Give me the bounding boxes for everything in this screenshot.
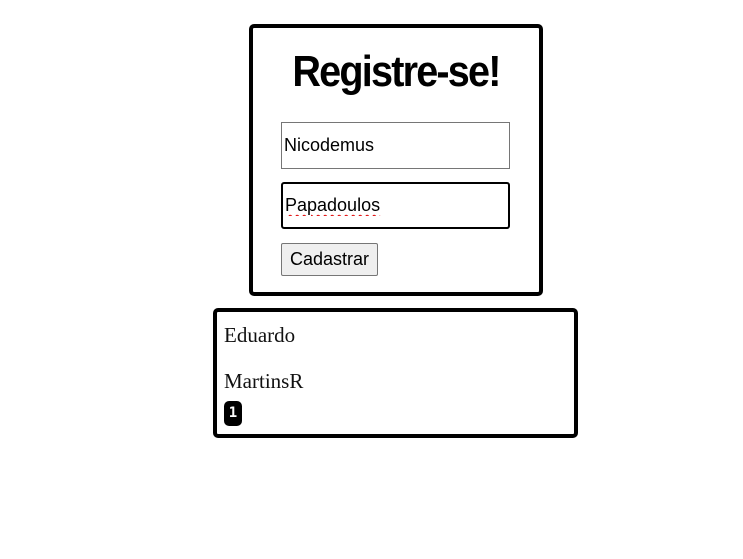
registered-entry-card: Eduardo MartinsR 1 xyxy=(213,308,578,438)
cadastrar-button[interactable]: Cadastrar xyxy=(281,243,379,276)
last-name-input[interactable] xyxy=(281,182,510,229)
entry-badge: 1 xyxy=(224,401,242,426)
entry-last-name: MartinsR xyxy=(224,369,304,393)
entry-first-name: Eduardo xyxy=(224,323,296,347)
form-title: Registre-se! xyxy=(292,47,501,96)
first-name-input[interactable] xyxy=(281,122,510,169)
register-form-card: Registre-se! Cadastrar xyxy=(249,24,543,296)
